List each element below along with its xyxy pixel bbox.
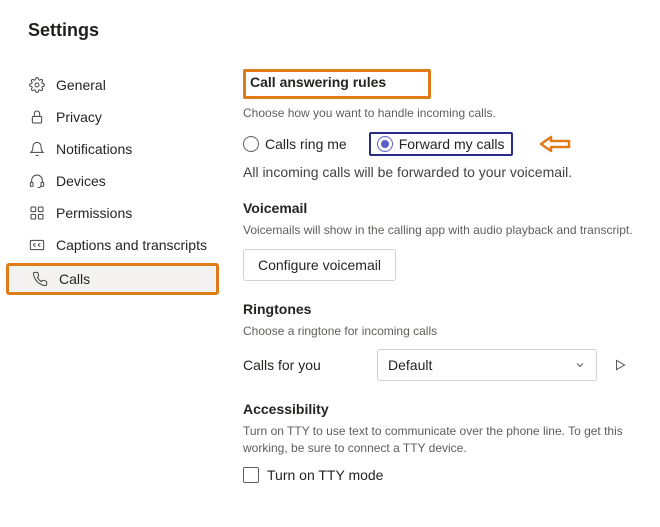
ringtone-row-label: Calls for you — [243, 357, 363, 373]
page-title: Settings — [28, 20, 660, 41]
cc-icon — [28, 236, 46, 254]
section-voicemail: Voicemail Voicemails will show in the ca… — [243, 200, 648, 281]
ringtone-select[interactable]: Default — [377, 349, 597, 381]
ringtones-desc: Choose a ringtone for incoming calls — [243, 323, 648, 340]
sidebar-item-captions[interactable]: Captions and transcripts — [0, 229, 225, 261]
ringtone-selected-value: Default — [388, 357, 432, 373]
ringtones-heading: Ringtones — [243, 301, 311, 317]
sidebar-item-calls[interactable]: Calls — [6, 263, 219, 295]
tty-mode-checkbox[interactable]: Turn on TTY mode — [243, 467, 648, 483]
sidebar-item-label: Devices — [56, 173, 215, 189]
configure-voicemail-button[interactable]: Configure voicemail — [243, 249, 396, 281]
sidebar-item-devices[interactable]: Devices — [0, 165, 225, 197]
section-accessibility: Accessibility Turn on TTY to use text to… — [243, 401, 648, 483]
section-call-answering-rules: Call answering rules Choose how you want… — [243, 69, 648, 180]
checkbox-label: Turn on TTY mode — [267, 467, 383, 483]
radio-label: Calls ring me — [265, 136, 347, 152]
call-rules-status: All incoming calls will be forwarded to … — [243, 164, 648, 180]
sidebar-item-general[interactable]: General — [0, 69, 225, 101]
headset-icon — [28, 172, 46, 190]
settings-sidebar: General Privacy Notifications Devices — [0, 59, 225, 297]
sidebar-item-label: Privacy — [56, 109, 215, 125]
call-rules-heading: Call answering rules — [250, 74, 386, 90]
bell-icon — [28, 140, 46, 158]
phone-icon — [31, 270, 49, 288]
radio-calls-ring-me[interactable]: Calls ring me — [243, 136, 347, 152]
sidebar-item-label: Captions and transcripts — [56, 237, 215, 253]
app-permissions-icon — [28, 204, 46, 222]
checkbox-icon — [243, 467, 259, 483]
section-ringtones: Ringtones Choose a ringtone for incoming… — [243, 301, 648, 382]
sidebar-item-label: General — [56, 77, 215, 93]
voicemail-desc: Voicemails will show in the calling app … — [243, 222, 648, 239]
radio-icon — [377, 136, 393, 152]
settings-calls-panel: Call answering rules Choose how you want… — [225, 59, 660, 503]
sidebar-item-label: Calls — [59, 271, 206, 287]
call-rules-desc: Choose how you want to handle incoming c… — [243, 105, 648, 122]
radio-icon — [243, 136, 259, 152]
radio-forward-my-calls[interactable]: Forward my calls — [369, 132, 513, 156]
sidebar-item-privacy[interactable]: Privacy — [0, 101, 225, 133]
annotation-arrow-icon — [539, 134, 571, 154]
sidebar-item-notifications[interactable]: Notifications — [0, 133, 225, 165]
play-ringtone-button[interactable] — [611, 356, 629, 374]
accessibility-heading: Accessibility — [243, 401, 329, 417]
chevron-down-icon — [574, 359, 586, 371]
radio-label: Forward my calls — [399, 136, 505, 152]
voicemail-heading: Voicemail — [243, 200, 307, 216]
sidebar-item-label: Notifications — [56, 141, 215, 157]
sidebar-item-permissions[interactable]: Permissions — [0, 197, 225, 229]
accessibility-desc: Turn on TTY to use text to communicate o… — [243, 423, 648, 457]
sidebar-item-label: Permissions — [56, 205, 215, 221]
gear-icon — [28, 76, 46, 94]
lock-icon — [28, 108, 46, 126]
